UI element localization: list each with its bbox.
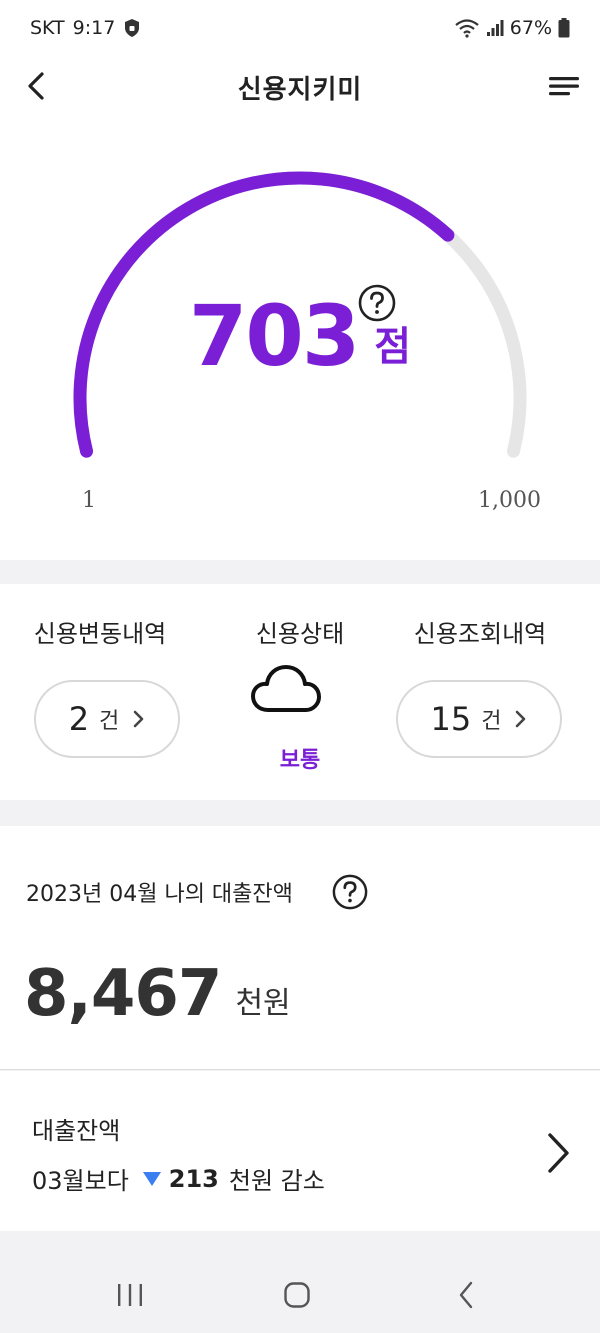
- score-value: 703: [188, 287, 360, 385]
- inquiry-history-button[interactable]: 15 건: [396, 680, 562, 758]
- credit-score-gauge: 703 점 1 1,000: [0, 118, 600, 560]
- inquiry-history-title: 신용조회내역: [413, 620, 547, 648]
- loan-change-title: 대출잔액: [32, 1117, 121, 1145]
- change-history-count: 2: [68, 700, 90, 738]
- cloud-icon: [251, 665, 321, 712]
- status-bar: SKT 9:17 67%: [0, 0, 600, 56]
- signal-icon: [486, 20, 504, 36]
- recents-icon: [118, 1284, 142, 1306]
- chevron-right-icon: [133, 710, 144, 728]
- credit-stats: 신용변동내역 2 건 신용상태 보통 신용조회내역 15 건: [0, 584, 600, 800]
- shield-icon: [125, 19, 140, 37]
- wifi-icon: [455, 19, 479, 38]
- battery-percent: 67%: [509, 17, 552, 39]
- loan-change-suffix: 천원 감소: [228, 1167, 325, 1195]
- change-history-unit: 건: [99, 709, 120, 734]
- chevron-right-icon: [516, 710, 526, 728]
- system-back-button[interactable]: [436, 1275, 496, 1315]
- chevron-right-icon: [548, 1133, 569, 1173]
- menu-icon: [549, 77, 579, 96]
- inquiry-history-unit: 건: [481, 709, 502, 734]
- credit-status-label: 보통: [279, 748, 321, 773]
- back-arrow-icon: [28, 72, 44, 100]
- loan-change-summary: 03월보다 213 천원 감소: [32, 1161, 325, 1196]
- menu-button[interactable]: [542, 64, 586, 108]
- app-bar: 신용지키미: [0, 56, 600, 118]
- change-history-title: 신용변동내역: [33, 620, 167, 648]
- system-nav-bar: [0, 1255, 600, 1333]
- battery-icon: [558, 18, 570, 38]
- credit-status-title: 신용상태: [255, 620, 345, 648]
- range-max-label: 1,000: [478, 488, 541, 513]
- clock: 9:17: [72, 17, 116, 39]
- question-circle-icon[interactable]: [358, 284, 396, 322]
- home-icon: [284, 1282, 310, 1308]
- carrier-label: SKT: [30, 17, 65, 39]
- page-title: 신용지키미: [237, 74, 363, 105]
- loan-balance-card: 2023년 04월 나의 대출잔액 8,467 천원: [0, 826, 600, 1070]
- loan-balance-title: 2023년 04월 나의 대출잔액: [26, 882, 293, 907]
- score-unit: 점: [374, 324, 412, 370]
- loan-change-row[interactable]: 대출잔액 03월보다 213 천원 감소: [0, 1071, 600, 1231]
- loan-change-value: 213: [168, 1164, 219, 1193]
- change-history-button[interactable]: 2 건: [34, 680, 180, 758]
- score-display: 703 점: [0, 294, 600, 378]
- loan-balance-unit: 천원: [235, 986, 291, 1021]
- down-triangle-icon: [142, 1171, 161, 1186]
- back-button[interactable]: [14, 64, 58, 108]
- loan-balance-value: 8,467: [24, 957, 222, 1031]
- back-icon: [459, 1281, 473, 1309]
- recents-button[interactable]: [100, 1275, 160, 1315]
- loan-balance-amount: 8,467 천원: [24, 962, 291, 1026]
- inquiry-history-count: 15: [430, 700, 472, 738]
- question-circle-icon[interactable]: [332, 874, 368, 910]
- loan-change-compare: 03월보다: [32, 1167, 129, 1195]
- home-button[interactable]: [267, 1275, 327, 1315]
- range-min-label: 1: [82, 488, 96, 513]
